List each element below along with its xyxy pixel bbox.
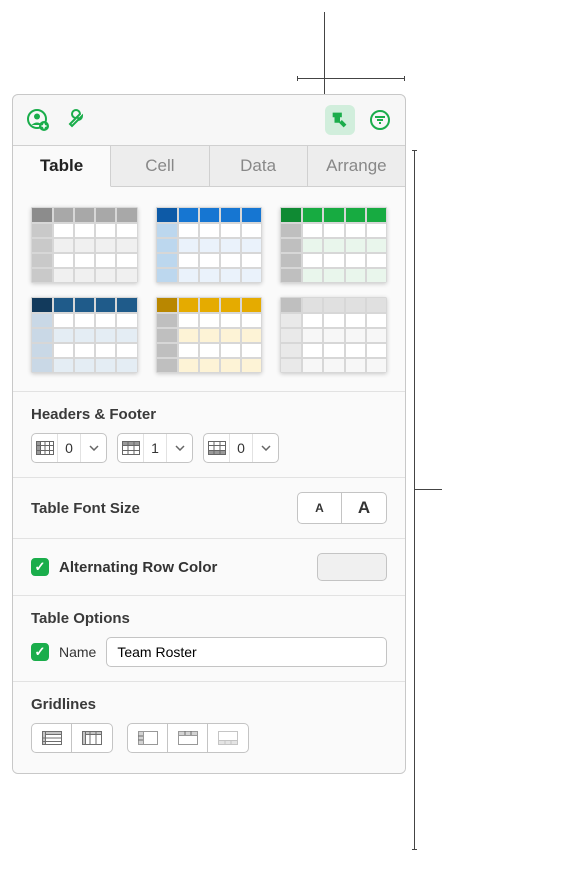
table-style-thumb[interactable] xyxy=(280,297,387,373)
header-rows-icon xyxy=(118,434,144,462)
gridlines-header-row-button[interactable] xyxy=(168,724,208,752)
alt-row-checkbox[interactable] xyxy=(31,558,49,576)
gridlines-title: Gridlines xyxy=(31,696,387,713)
table-styles-grid xyxy=(13,187,405,391)
headers-footer-section: Headers & Footer 0 xyxy=(13,391,405,477)
inspector-tabs: Table Cell Data Arrange xyxy=(13,145,405,187)
gridlines-header-group xyxy=(127,723,249,753)
font-size-decrease-button[interactable]: A xyxy=(298,493,342,523)
header-rows-stepper[interactable]: 1 xyxy=(117,433,193,463)
font-size-section: Table Font Size A A xyxy=(13,477,405,538)
callout-line xyxy=(324,12,325,96)
sort-filter-button[interactable] xyxy=(365,105,395,135)
footer-rows-value: 0 xyxy=(230,440,252,456)
header-columns-stepper[interactable]: 0 xyxy=(31,433,107,463)
chevron-down-icon[interactable] xyxy=(80,434,106,462)
callout-tick xyxy=(297,76,298,81)
collaborate-button[interactable] xyxy=(23,105,53,135)
footer-rows-stepper[interactable]: 0 xyxy=(203,433,279,463)
chevron-down-icon[interactable] xyxy=(166,434,192,462)
table-style-thumb[interactable] xyxy=(280,207,387,283)
format-button[interactable] xyxy=(325,105,355,135)
callout-tick xyxy=(404,76,405,81)
tab-cell[interactable]: Cell xyxy=(111,146,209,186)
callout-bracket xyxy=(297,78,405,79)
table-name-field[interactable] xyxy=(106,637,387,667)
format-inspector-panel: Table Cell Data Arrange Headers & Footer… xyxy=(12,94,406,774)
table-options-section: Table Options Name xyxy=(13,595,405,681)
table-name-label: Name xyxy=(59,644,96,660)
chevron-down-icon[interactable] xyxy=(252,434,278,462)
gridlines-section: Gridlines xyxy=(13,681,405,773)
callout-tick xyxy=(412,150,417,151)
alt-row-section: Alternating Row Color xyxy=(13,538,405,595)
header-rows-value: 1 xyxy=(144,440,166,456)
tab-arrange[interactable]: Arrange xyxy=(308,146,405,186)
tab-table[interactable]: Table xyxy=(13,146,111,187)
table-options-title: Table Options xyxy=(31,610,387,627)
callout-tick xyxy=(412,849,417,850)
footer-rows-icon xyxy=(204,434,230,462)
font-size-increase-button[interactable]: A xyxy=(342,493,386,523)
gridlines-body-group xyxy=(31,723,113,753)
headers-footer-title: Headers & Footer xyxy=(31,406,387,423)
tab-data[interactable]: Data xyxy=(210,146,308,186)
callout-right-stub xyxy=(414,489,442,490)
inspector-toolbar xyxy=(13,95,405,145)
table-style-thumb[interactable] xyxy=(156,207,263,283)
gridlines-footer-button[interactable] xyxy=(208,724,248,752)
gridlines-body-vertical-button[interactable] xyxy=(72,724,112,752)
alt-row-color-swatch[interactable] xyxy=(317,553,387,581)
table-name-checkbox[interactable] xyxy=(31,643,49,661)
font-size-title: Table Font Size xyxy=(31,500,287,517)
alt-row-label: Alternating Row Color xyxy=(59,559,307,576)
tools-button[interactable] xyxy=(63,105,93,135)
table-style-thumb[interactable] xyxy=(156,297,263,373)
callout-line-right xyxy=(414,150,415,850)
table-style-thumb[interactable] xyxy=(31,297,138,373)
table-style-thumb[interactable] xyxy=(31,207,138,283)
gridlines-body-horizontal-button[interactable] xyxy=(32,724,72,752)
font-size-segmented: A A xyxy=(297,492,387,524)
header-columns-value: 0 xyxy=(58,440,80,456)
gridlines-header-col-button[interactable] xyxy=(128,724,168,752)
header-columns-icon xyxy=(32,434,58,462)
